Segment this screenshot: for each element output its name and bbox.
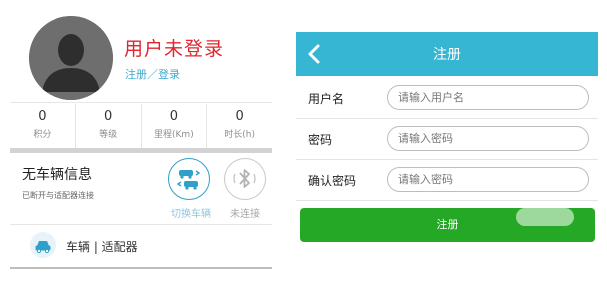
vehicle-adapter-label: 车辆 | 适配器: [66, 240, 138, 254]
switch-vehicle-label: 切换车辆: [171, 209, 211, 220]
button-highlight: [516, 208, 574, 226]
bluetooth-icon: [233, 169, 256, 188]
person-silhouette-icon: [29, 16, 113, 100]
confirm-password-input[interactable]: [387, 167, 589, 192]
divider: [10, 267, 272, 269]
stat-value: 0: [169, 109, 179, 124]
bluetooth-connect-button[interactable]: [224, 158, 266, 200]
register-panel: 注册 用户名 密码 确认密码 注册: [296, 32, 598, 246]
password-row: 密码: [296, 119, 598, 159]
connection-status: 已断开与适配器连接: [22, 191, 94, 200]
stat-label: 时长(h): [224, 130, 255, 140]
stat-label: 积分: [33, 130, 52, 140]
stat-label: 里程(Km): [154, 130, 194, 140]
stat-level: 0 等级: [76, 104, 142, 148]
switch-car-icon: [176, 170, 201, 190]
vehicle-info-title: 无车辆信息: [22, 167, 92, 183]
stat-duration: 0 时长(h): [207, 104, 272, 148]
stat-value: 0: [38, 109, 47, 124]
car-adapter-icon: [30, 232, 56, 258]
password-input[interactable]: [387, 126, 589, 151]
login-status-title: 用户未登录: [124, 38, 225, 60]
user-center-panel: 用户未登录 注册／登录 0 积分 0 等级 0 里程(Km) 0 时长(h) 无…: [10, 0, 272, 300]
avatar[interactable]: [29, 16, 113, 100]
divider: [10, 224, 272, 225]
stat-points: 0 积分: [10, 104, 76, 148]
stat-value: 0: [103, 109, 113, 124]
username-label: 用户名: [308, 92, 345, 106]
stats-bar: 0 积分 0 等级 0 里程(Km) 0 时长(h): [10, 104, 272, 148]
register-header: 注册: [296, 32, 598, 76]
stat-label: 等级: [99, 130, 118, 140]
username-row: 用户名: [296, 78, 598, 118]
confirm-password-label: 确认密码: [308, 174, 357, 188]
divider: [10, 102, 272, 103]
stat-value: 0: [235, 109, 244, 124]
screenshot: 用户未登录 注册／登录 0 积分 0 等级 0 里程(Km) 0 时长(h) 无…: [0, 0, 607, 300]
register-login-link[interactable]: 注册／登录: [125, 66, 180, 82]
divider: [296, 200, 598, 201]
switch-vehicle-button[interactable]: [168, 158, 210, 200]
username-input[interactable]: [387, 85, 589, 110]
vehicle-adapter-row[interactable]: 车辆 | 适配器: [10, 226, 272, 266]
section-divider: [10, 148, 272, 153]
password-label: 密码: [308, 133, 333, 147]
page-title: 注册: [433, 47, 461, 63]
bluetooth-status-label: 未连接: [230, 209, 260, 220]
stat-mileage: 0 里程(Km): [142, 104, 208, 148]
confirm-password-row: 确认密码: [296, 160, 598, 200]
